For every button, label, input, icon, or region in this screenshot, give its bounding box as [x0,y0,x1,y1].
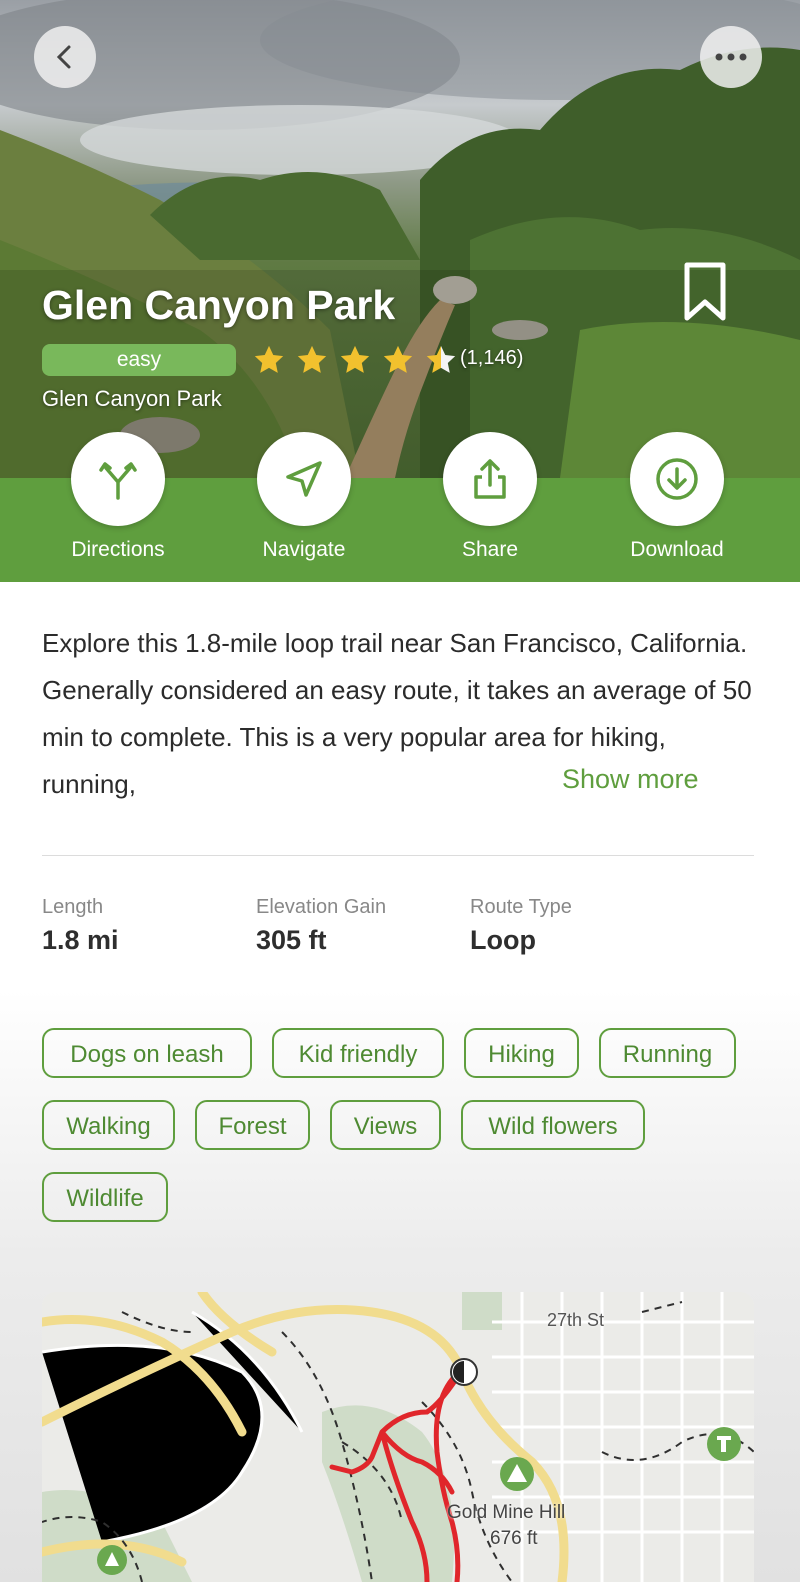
tag-chip[interactable]: Kid friendly [272,1028,444,1078]
peak-name: Gold Mine Hill [447,1502,566,1523]
share-button[interactable]: Share [430,432,550,562]
chevron-left-icon [56,45,71,69]
stat-elevation: Elevation Gain 305 ft [256,896,386,956]
share-circle[interactable] [443,432,537,526]
stat-length: Length 1.8 mi [42,896,119,956]
stat-value: 305 ft [256,925,327,955]
tag-chip[interactable]: Forest [195,1100,310,1150]
stat-label: Length [42,896,104,918]
share-icon [474,459,506,499]
hero-image: Glen Canyon Park easy (1,146) Glen Canyo… [0,0,800,478]
star-icon [254,345,284,373]
back-button[interactable] [34,26,96,88]
navigate-button[interactable]: Navigate [244,432,364,562]
stat-label: Route Type [470,896,572,918]
street-label: 27th St [547,1310,605,1330]
tag-chip[interactable]: Walking [42,1100,175,1150]
navigate-arrow-icon [286,461,322,497]
download-icon [656,458,698,500]
download-button[interactable]: Download [617,432,737,562]
fork-directions-icon [99,462,137,500]
half-star-icon [426,345,456,373]
download-circle[interactable] [630,432,724,526]
stat-label: Elevation Gain [256,896,387,918]
directions-button[interactable]: Directions [58,432,178,562]
share-label: Share [461,538,519,561]
tag-chip[interactable]: Wildlife [42,1172,168,1222]
tag-chip[interactable]: Hiking [464,1028,579,1078]
navigate-circle[interactable] [257,432,351,526]
tag-chip[interactable]: Dogs on leash [42,1028,252,1078]
peak-elevation: 676 ft [490,1528,538,1549]
stat-route-type: Route Type Loop [470,896,572,956]
rating-stars[interactable] [252,343,458,377]
directions-label: Directions [71,538,165,561]
directions-circle[interactable] [71,432,165,526]
star-icon [383,345,413,373]
tag-chip[interactable]: Views [330,1100,441,1150]
trail-title: Glen Canyon Park [42,282,396,328]
map-canvas [42,1292,754,1582]
stat-value: 1.8 mi [42,925,119,955]
review-count[interactable]: (1,146) [460,347,523,370]
tag-chip[interactable]: Running [599,1028,736,1078]
star-icon [340,345,370,373]
tag-chip[interactable]: Wild flowers [461,1100,645,1150]
divider [42,855,754,856]
trail-map[interactable]: 27th St Gold Mine Hill 676 ft [42,1292,754,1582]
bookmark-icon[interactable] [683,262,727,322]
navigate-label: Navigate [262,538,346,561]
star-icon [297,345,327,373]
park-name[interactable]: Glen Canyon Park [42,386,222,412]
more-horizontal-icon [715,53,747,61]
show-more-link[interactable]: Show more [562,764,699,795]
difficulty-badge: easy [42,344,236,376]
more-options-button[interactable] [700,26,762,88]
stat-value: Loop [470,925,536,955]
download-label: Download [630,538,724,561]
